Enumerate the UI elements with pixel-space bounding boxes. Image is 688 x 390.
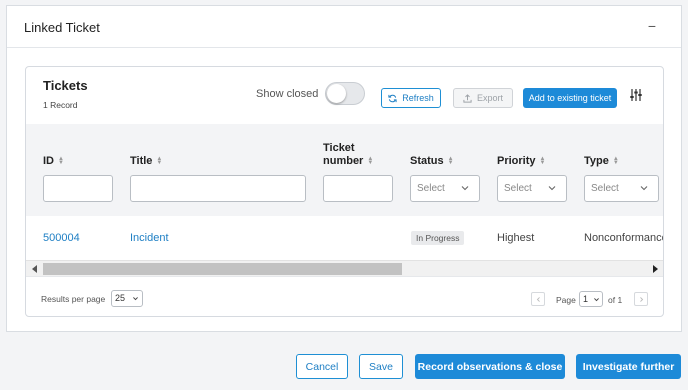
ticket-title-link[interactable]: Incident <box>130 232 169 244</box>
refresh-label: Refresh <box>402 93 434 103</box>
horizontal-scrollbar[interactable] <box>26 260 663 276</box>
table-footer: Results per page 25 Page 1 of 1 <box>26 276 663 316</box>
column-header-status[interactable]: Status ▲ ▼ <box>410 155 454 167</box>
scroll-right-icon[interactable] <box>653 265 658 273</box>
priority-cell: Highest <box>497 232 535 244</box>
column-header-ticket-number[interactable]: Ticket number ▲ ▼ <box>323 142 383 168</box>
title-filter-input[interactable] <box>130 175 306 202</box>
chevron-down-icon <box>461 186 469 191</box>
chevron-down-icon <box>640 186 648 191</box>
id-filter-input[interactable] <box>43 175 113 202</box>
save-button[interactable]: Save <box>359 354 403 379</box>
type-cell: Nonconformance <box>584 232 664 244</box>
page-label: Page <box>556 295 576 305</box>
sort-icon: ▲ ▼ <box>156 156 163 167</box>
export-label: Export <box>476 93 503 103</box>
column-header-title[interactable]: Title ▲ ▼ <box>130 155 162 167</box>
scrollbar-thumb[interactable] <box>43 263 402 275</box>
column-label: Type <box>584 155 609 167</box>
type-filter-select[interactable]: Select <box>584 175 659 202</box>
record-observations-close-button[interactable]: Record observations & close <box>415 354 565 379</box>
page-of-label: of 1 <box>608 295 623 305</box>
show-closed-toggle[interactable] <box>325 82 365 105</box>
table-row[interactable]: 500004 Incident In Progress Highest Nonc… <box>26 217 664 260</box>
prev-page-button[interactable] <box>531 292 545 306</box>
column-label: Status <box>410 155 444 167</box>
toggle-knob <box>327 84 346 103</box>
status-filter-select[interactable]: Select <box>410 175 480 202</box>
scroll-left-icon[interactable] <box>32 265 37 273</box>
select-placeholder: Select <box>504 183 532 194</box>
table-header: ID ▲ ▼ Title ▲ ▼ Ticket number ▲ ▼ Status ▲ ▼ Pr… <box>26 124 663 216</box>
record-count: 1 Record <box>43 100 78 110</box>
chevron-down-icon <box>594 298 599 302</box>
sort-icon: ▲ ▼ <box>612 156 619 167</box>
results-per-page-label: Results per page <box>41 294 106 304</box>
sort-icon: ▲ ▼ <box>539 156 546 167</box>
refresh-icon <box>388 94 397 102</box>
column-label: Priority <box>497 155 536 167</box>
status-badge: In Progress <box>411 231 465 245</box>
next-page-button[interactable] <box>634 292 648 306</box>
column-header-type[interactable]: Type ▲ ▼ <box>584 155 619 167</box>
tickets-card: Tickets 1 Record Show closed Refresh Exp… <box>25 66 664 317</box>
cancel-button[interactable]: Cancel <box>296 354 348 379</box>
column-header-id[interactable]: ID ▲ ▼ <box>43 155 64 167</box>
priority-filter-select[interactable]: Select <box>497 175 567 202</box>
select-placeholder: Select <box>417 183 445 194</box>
panel-header: Linked Ticket − <box>7 6 681 48</box>
ticket-number-filter-input[interactable] <box>323 175 393 202</box>
sliders-icon[interactable] <box>629 88 643 102</box>
panel-title: Linked Ticket <box>24 20 100 35</box>
chevron-right-icon <box>639 296 643 302</box>
sort-icon: ▲ ▼ <box>447 156 454 167</box>
chevron-down-icon <box>133 297 138 301</box>
sort-icon: ▲ ▼ <box>367 156 374 167</box>
results-per-page-select[interactable]: 25 <box>111 290 143 307</box>
column-label: ID <box>43 155 54 167</box>
ticket-id-link[interactable]: 500004 <box>43 232 80 244</box>
page-select[interactable]: 1 <box>579 291 603 307</box>
chevron-down-icon <box>548 186 556 191</box>
collapse-icon[interactable]: − <box>648 18 656 34</box>
page-value: 1 <box>583 294 589 304</box>
sort-icon: ▲ ▼ <box>58 156 64 167</box>
investigate-further-button[interactable]: Investigate further <box>576 354 681 379</box>
linked-ticket-panel: Linked Ticket − Tickets 1 Record Show cl… <box>6 5 682 332</box>
chevron-left-icon <box>536 296 540 302</box>
export-button[interactable]: Export <box>453 88 513 108</box>
show-closed-label: Show closed <box>256 88 319 100</box>
card-title: Tickets <box>43 78 88 93</box>
export-icon <box>463 93 472 103</box>
refresh-button[interactable]: Refresh <box>381 88 441 108</box>
column-label: Ticket number <box>323 142 364 167</box>
select-placeholder: Select <box>591 183 619 194</box>
column-label: Title <box>130 155 153 167</box>
results-per-page-value: 25 <box>115 293 126 303</box>
add-to-existing-ticket-button[interactable]: Add to existing ticket <box>523 88 617 108</box>
column-header-priority[interactable]: Priority ▲ ▼ <box>497 155 545 167</box>
